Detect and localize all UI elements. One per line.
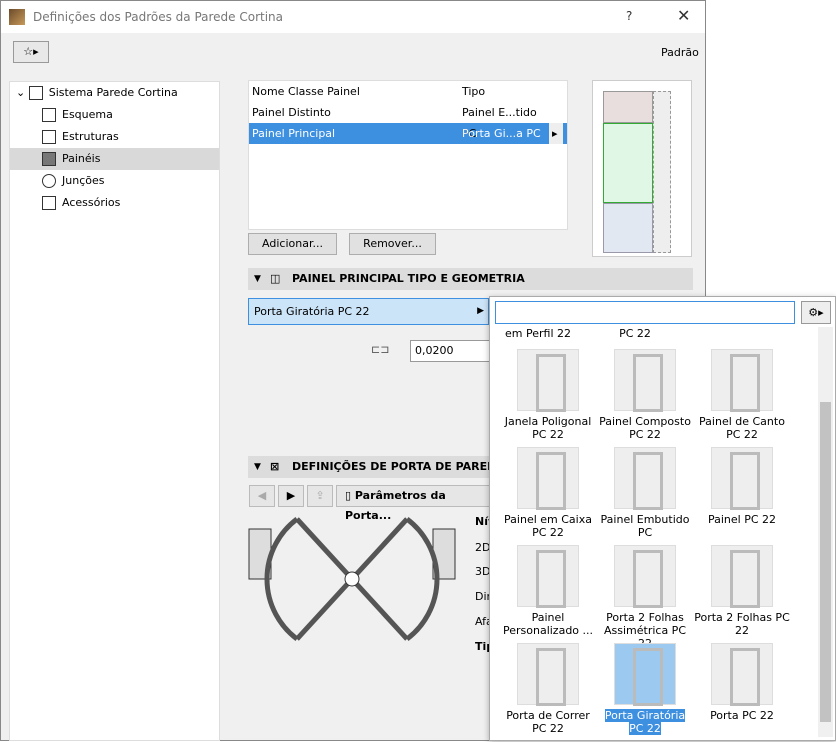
door-params-dropdown[interactable]: ▯ Parâmetros da Porta...	[336, 485, 496, 522]
revolving-door-plan	[248, 517, 456, 641]
add-button[interactable]: Adicionar...	[248, 233, 337, 255]
panel-type-icon: ◫	[270, 272, 281, 285]
search-input[interactable]	[495, 301, 795, 324]
panel-thumbnail-icon	[614, 545, 676, 608]
list-item[interactable]: Janela Poligonal PC 22	[500, 349, 596, 441]
item-label: Porta 2 Folhas PC 22	[694, 611, 790, 637]
door-icon: ▯	[345, 489, 355, 502]
scrollbar-thumb[interactable]	[820, 402, 831, 722]
gear-icon[interactable]: ⚙▸	[801, 301, 831, 324]
item-label: Painel PC 22	[707, 513, 777, 526]
list-item[interactable]: Painel PC 22	[694, 447, 790, 526]
panel-thumbnail-icon	[614, 349, 676, 412]
tree-item-acessorios[interactable]: Acessórios	[10, 192, 219, 214]
arrow-right-icon: ▶	[477, 306, 484, 316]
tree-item-esquema[interactable]: Esquema	[10, 104, 219, 126]
export-params-button[interactable]: ⇪	[307, 485, 333, 507]
item-label: Janela Poligonal PC 22	[504, 415, 592, 441]
panel-thumbnail-icon	[711, 349, 773, 412]
list-item[interactable]: Painel de Canto PC 22	[694, 349, 790, 441]
item-label: Painel em Caixa PC 22	[504, 513, 592, 539]
settings-tree: ⌄ Sistema Parede Cortina Esquema Estrutu…	[9, 81, 220, 741]
window-title: Definições dos Padrões da Parede Cortina	[33, 10, 284, 24]
panel-icon	[42, 152, 56, 166]
panel-thumbnail-icon	[517, 643, 579, 706]
panel-thumbnail-icon	[517, 349, 579, 412]
next-button[interactable]: ▶	[278, 485, 304, 507]
table-row[interactable]: Painel Distinto Painel E...tido PC	[249, 102, 567, 140]
item-label: Porta PC 22	[710, 709, 774, 722]
previous-button[interactable]: ◀	[249, 485, 275, 507]
door-settings-icon: ⊠	[270, 460, 280, 473]
section-header-type-geometry[interactable]: ▼ ◫ PAINEL PRINCIPAL TIPO E GEOMETRIA	[248, 268, 693, 290]
panel-thumbnail-icon	[614, 643, 676, 706]
app-logo-icon	[9, 9, 25, 25]
tree-item-system[interactable]: ⌄ Sistema Parede Cortina	[10, 82, 219, 104]
list-item[interactable]: Porta de Correr PC 22	[500, 643, 596, 735]
offset-input[interactable]: 0,0200	[410, 340, 490, 362]
list-item[interactable]: PC 22	[587, 327, 683, 340]
junction-icon	[42, 174, 56, 188]
accessory-icon	[42, 196, 56, 210]
frame-icon	[42, 130, 56, 144]
grid-icon	[28, 86, 43, 100]
item-label: Porta de Correr PC 22	[506, 709, 590, 735]
tree-item-estruturas[interactable]: Estruturas	[10, 126, 219, 148]
item-label: Painel de Canto PC 22	[699, 415, 785, 441]
panel-type-selector[interactable]: Porta Giratória PC 22 ▶	[248, 298, 489, 325]
panel-class-table: Nome Classe Painel Tipo Painel Distinto Pa…	[248, 80, 568, 230]
list-item[interactable]: Porta 2 Folhas Assimétrica PC 22	[597, 545, 693, 650]
list-item[interactable]: Painel em Caixa PC 22	[500, 447, 596, 539]
list-item[interactable]: Painel Personalizado ...	[500, 545, 596, 637]
close-button[interactable]: ✕	[677, 6, 690, 25]
panel-thumbnail-icon	[711, 545, 773, 608]
favorites-button[interactable]: ☆▸	[13, 41, 49, 63]
tree-item-paineis[interactable]: Painéis	[10, 148, 219, 170]
chevron-down-icon: ⌄	[16, 86, 29, 99]
remove-button[interactable]: Remover...	[349, 233, 436, 255]
tree-item-juncoes[interactable]: Junções	[10, 170, 219, 192]
scrollbar[interactable]	[818, 327, 833, 737]
panel-type-popup: ⚙▸ em Perfil 22 PC 22 Janela Poligonal P…	[489, 296, 836, 741]
item-label: Painel Embutido PC	[600, 513, 690, 539]
item-label: Painel Composto PC 22	[599, 415, 691, 441]
list-item[interactable]: Painel Composto PC 22	[597, 349, 693, 441]
collapse-icon: ▼	[254, 274, 261, 284]
panel-thumbnail-icon	[711, 447, 773, 510]
table-row[interactable]: Painel Principal Porta Gi...a PC 22 ▸	[249, 123, 567, 161]
preset-label: Padrão	[661, 46, 699, 59]
help-button[interactable]: ?	[626, 9, 632, 23]
scheme-icon	[42, 108, 56, 122]
collapse-icon: ▼	[254, 462, 261, 472]
arrow-right-icon[interactable]: ▸	[549, 123, 563, 144]
panel-thumbnail-icon	[517, 545, 579, 608]
list-item[interactable]: em Perfil 22	[490, 327, 586, 340]
list-item[interactable]: Porta 2 Folhas PC 22	[694, 545, 790, 637]
list-item[interactable]: Painel Embutido PC	[597, 447, 693, 539]
title-bar: Definições dos Padrões da Parede Cortina…	[1, 1, 705, 33]
curtain-wall-preview	[592, 80, 692, 257]
list-item[interactable]: Porta Giratória PC 22	[597, 643, 693, 735]
list-item[interactable]: Porta PC 22	[694, 643, 790, 722]
table-header: Nome Classe Painel Tipo	[252, 85, 486, 98]
panel-thumbnail-icon	[614, 447, 676, 510]
panel-thumbnail-icon	[711, 643, 773, 706]
panel-type-grid: em Perfil 22 PC 22 Janela Poligonal PC 2…	[490, 327, 817, 742]
item-label: Porta Giratória PC 22	[604, 709, 686, 735]
panel-thumbnail-icon	[517, 447, 579, 510]
offset-icon: ⊏⊐	[371, 343, 390, 356]
item-label: Painel Personalizado ...	[502, 611, 594, 637]
